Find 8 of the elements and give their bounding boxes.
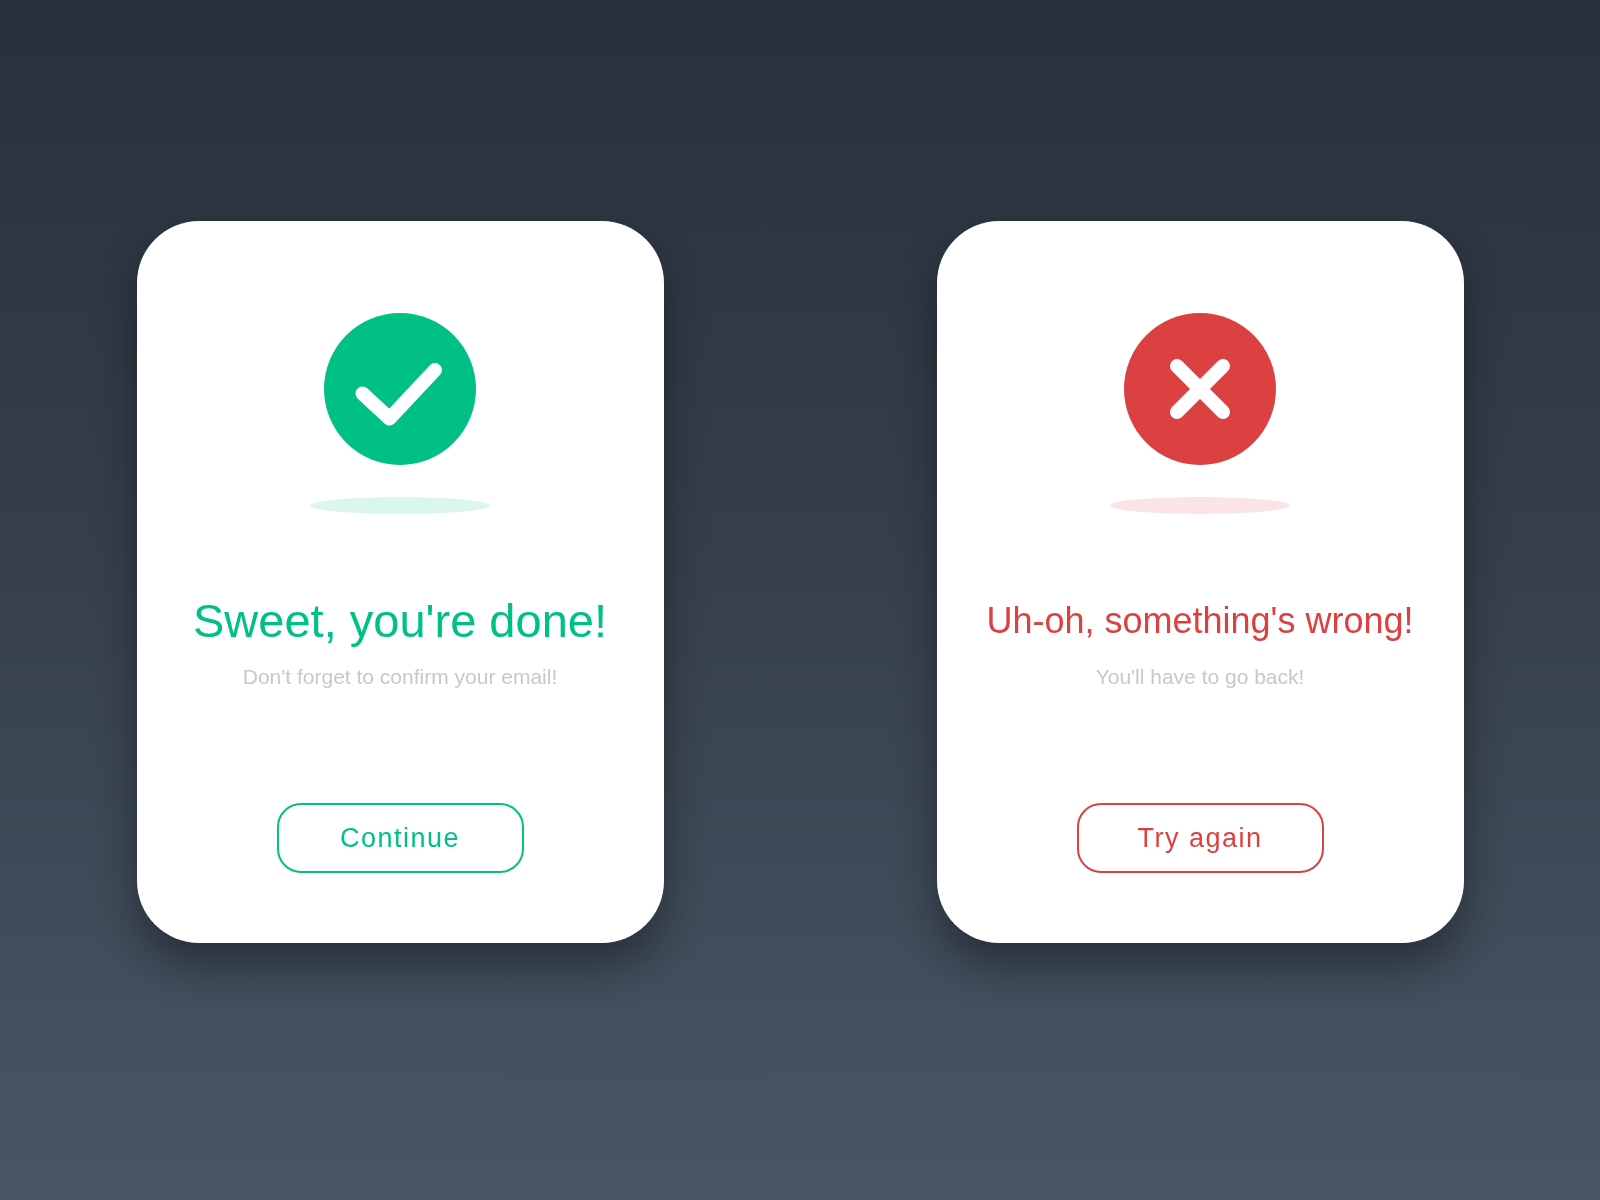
action-button[interactable]: Continue (276, 803, 524, 873)
dialog-title: Sweet, you're done! (193, 595, 607, 647)
action-button[interactable]: Try again (1076, 803, 1324, 873)
dialog-title: Uh-oh, something's wrong! (986, 599, 1414, 643)
shadow-icon (310, 497, 490, 514)
shadow-icon (1110, 497, 1290, 514)
dialog-message: You'll have to go back! (1095, 664, 1305, 690)
dialog-message: Don't forget to confirm your email! (242, 664, 558, 690)
